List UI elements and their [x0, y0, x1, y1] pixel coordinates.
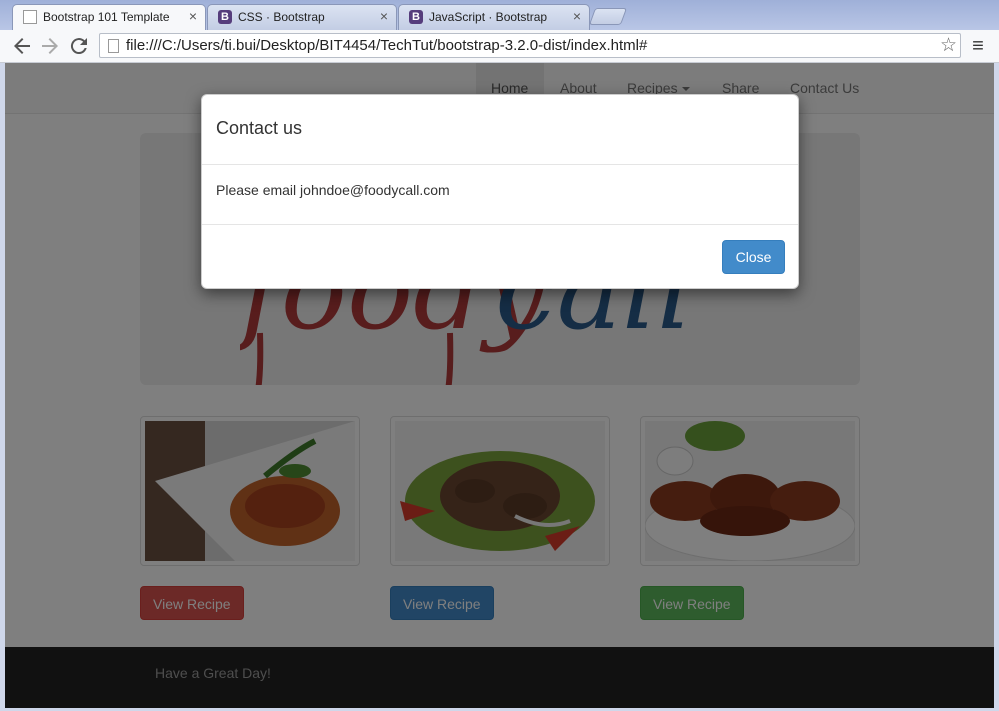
- back-icon[interactable]: [10, 34, 34, 58]
- page-icon: [108, 39, 119, 53]
- page-viewport: Home About Recipes Share Contact Us food…: [5, 63, 994, 708]
- close-icon[interactable]: ×: [380, 8, 388, 24]
- browser-window: Bootstrap 101 Template × B CSS · Bootstr…: [0, 0, 999, 711]
- close-icon[interactable]: ×: [189, 8, 197, 24]
- bootstrap-icon: B: [409, 10, 423, 24]
- tab-strip: Bootstrap 101 Template × B CSS · Bootstr…: [0, 0, 999, 30]
- tab-title: Bootstrap 101 Template: [43, 10, 170, 24]
- address-bar[interactable]: file:///C:/Users/ti.bui/Desktop/BIT4454/…: [99, 33, 961, 58]
- tab-bootstrap-101-template[interactable]: Bootstrap 101 Template ×: [12, 4, 206, 30]
- document-icon: [23, 10, 37, 24]
- tab-css-bootstrap[interactable]: B CSS · Bootstrap ×: [207, 4, 397, 30]
- url-text[interactable]: file:///C:/Users/ti.bui/Desktop/BIT4454/…: [126, 37, 647, 54]
- modal-footer: Close: [202, 224, 798, 289]
- close-button[interactable]: Close: [722, 240, 785, 274]
- contact-modal: Contact us Please email johndoe@foodycal…: [201, 94, 799, 289]
- modal-title: Contact us: [216, 118, 303, 138]
- new-tab-button[interactable]: [588, 8, 628, 25]
- bootstrap-icon: B: [218, 10, 232, 24]
- tab-title: CSS · Bootstrap: [238, 10, 325, 24]
- forward-icon[interactable]: [38, 34, 62, 58]
- reload-icon[interactable]: [67, 34, 91, 58]
- tab-title: JavaScript · Bootstrap: [429, 10, 548, 24]
- tab-javascript-bootstrap[interactable]: B JavaScript · Bootstrap ×: [398, 4, 590, 30]
- menu-icon[interactable]: ≡: [966, 35, 990, 57]
- close-icon[interactable]: ×: [573, 8, 581, 24]
- browser-toolbar: file:///C:/Users/ti.bui/Desktop/BIT4454/…: [0, 30, 999, 63]
- bookmark-star-icon[interactable]: ☆: [940, 34, 957, 57]
- modal-body-text: Please email johndoe@foodycall.com: [216, 182, 450, 198]
- modal-header: Contact us: [202, 95, 798, 165]
